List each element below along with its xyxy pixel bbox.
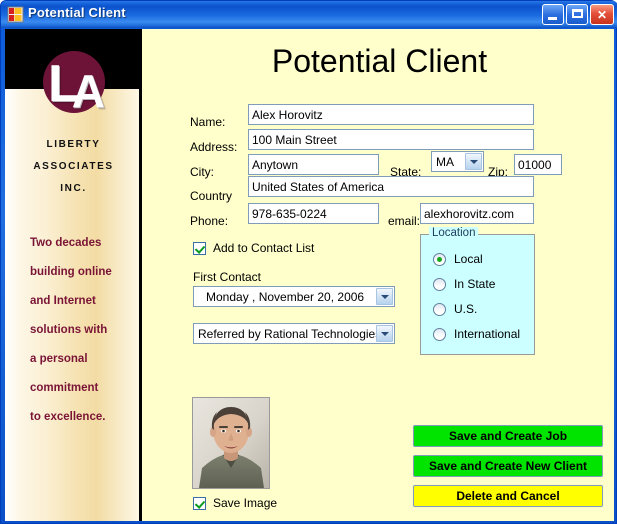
delete-and-cancel-button[interactable]: Delete and Cancel [413, 485, 603, 507]
checkbox-checked-icon [193, 497, 206, 510]
page-title: Potential Client [271, 43, 488, 79]
radio-unselected-icon [433, 278, 446, 291]
logo-la-letters: LA [48, 55, 105, 117]
company-line-1: LIBERTY [46, 139, 101, 150]
company-name: LIBERTY ASSOCIATES INC. [5, 134, 139, 200]
client-portrait-photo [193, 398, 269, 488]
email-label: email: [388, 214, 421, 228]
referral-source-dropdown[interactable]: Referred by Rational Technologies [193, 323, 395, 344]
vb-form-icon [7, 6, 24, 23]
tagline-line-6: commitment [30, 382, 99, 394]
save-and-create-new-client-button[interactable]: Save and Create New Client [413, 455, 603, 477]
radio-unselected-icon [433, 303, 446, 316]
first-contact-value: Monday , November 20, 2006 [206, 290, 365, 304]
tagline-line-3: and Internet [30, 295, 96, 307]
address-label: Address: [190, 140, 238, 154]
radio-selected-icon [433, 253, 446, 266]
form-panel: Potential Client Name: Alex Horovitz Add… [145, 29, 614, 521]
window-title: Potential Client [28, 5, 126, 20]
email-input[interactable]: alexhorovitz.com [420, 203, 534, 224]
close-button[interactable]: ✕ [590, 4, 614, 25]
window-controls: ✕ [542, 4, 614, 25]
company-line-3: INC. [60, 183, 87, 194]
minimize-icon [548, 17, 557, 20]
radio-local-label: Local [454, 252, 483, 266]
location-groupbox: Location Local In State U.S. Internation… [420, 227, 535, 355]
tagline-line-4: solutions with [30, 324, 108, 336]
state-dropdown-value: MA [436, 155, 454, 169]
chevron-down-icon[interactable] [465, 153, 482, 170]
country-input[interactable]: United States of America [248, 176, 534, 197]
add-to-contact-list-label: Add to Contact List [213, 241, 315, 255]
tagline-line-5: a personal [30, 353, 88, 365]
radio-in-state-label: In State [454, 277, 496, 291]
state-dropdown[interactable]: MA [431, 151, 484, 172]
location-groupbox-title: Location [429, 227, 479, 239]
city-label: City: [190, 165, 214, 179]
maximize-button[interactable] [566, 4, 588, 25]
checkbox-checked-icon [193, 242, 206, 255]
radio-us-label: U.S. [454, 302, 478, 316]
referral-source-value: Referred by Rational Technologies [198, 327, 382, 341]
radio-international-label: International [454, 327, 521, 341]
company-line-2: ASSOCIATES [33, 161, 114, 172]
name-input[interactable]: Alex Horovitz [248, 104, 534, 125]
branding-sidebar: LA LIBERTY ASSOCIATES INC. Two decades b… [5, 29, 142, 521]
first-contact-label: First Contact [193, 270, 262, 284]
save-and-create-job-button[interactable]: Save and Create Job [413, 425, 603, 447]
first-contact-datepicker[interactable]: Monday , November 20, 2006 [193, 286, 395, 307]
company-tagline: Two decades building online and Internet… [30, 229, 139, 432]
close-icon: ✕ [596, 7, 608, 22]
maximize-icon [572, 9, 583, 18]
country-label: Country [190, 189, 233, 203]
zip-input[interactable]: 01000 [514, 154, 562, 175]
phone-label: Phone: [190, 214, 229, 228]
tagline-line-1: Two decades [30, 237, 102, 249]
name-label: Name: [190, 115, 226, 129]
chevron-down-icon[interactable] [376, 288, 393, 305]
title-bar: Potential Client ✕ [1, 1, 617, 28]
save-image-label: Save Image [213, 496, 278, 510]
tagline-line-7: to excellence. [30, 411, 106, 423]
client-photo[interactable] [192, 397, 270, 489]
chevron-down-icon[interactable] [376, 325, 393, 342]
minimize-button[interactable] [542, 4, 564, 25]
city-input[interactable]: Anytown [248, 154, 379, 175]
radio-unselected-icon [433, 328, 446, 341]
client-area: LA LIBERTY ASSOCIATES INC. Two decades b… [5, 29, 614, 521]
application-window: Potential Client ✕ LA LIBERTY ASSOCIATES… [0, 0, 617, 524]
phone-input[interactable]: 978-635-0224 [248, 203, 379, 224]
address-input[interactable]: 100 Main Street [248, 129, 534, 150]
tagline-line-2: building online [30, 266, 112, 278]
